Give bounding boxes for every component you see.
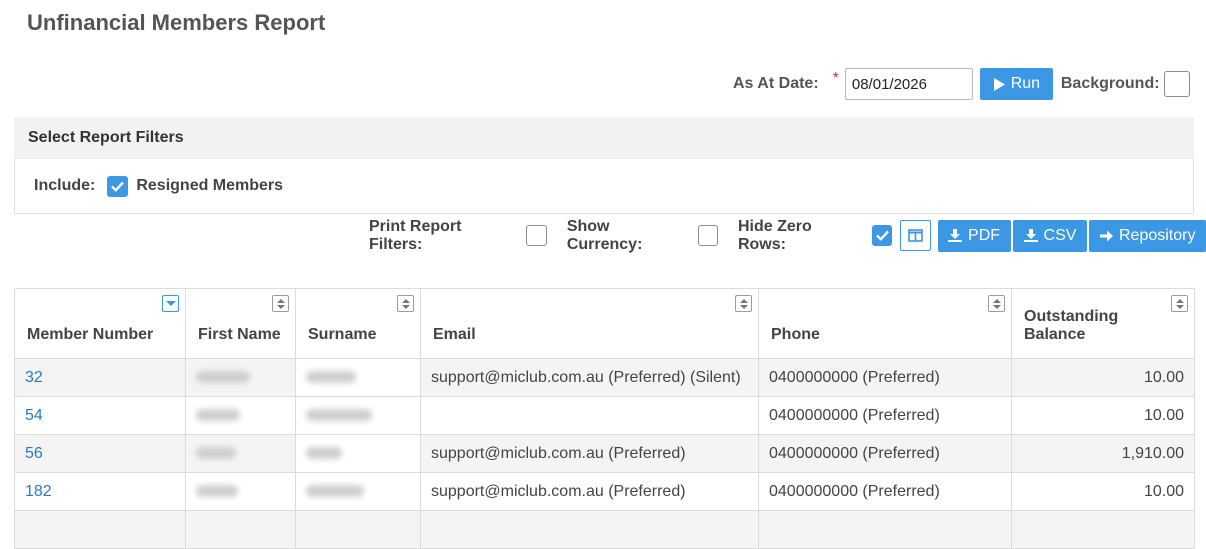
phone-cell: 0400000000 (Preferred) [758,396,1012,435]
sort-icon[interactable] [735,295,752,312]
partial-row-cell [758,510,1012,549]
balance-cell: 10.00 [1011,472,1195,511]
download-icon [1023,229,1038,242]
columns-icon [908,229,923,242]
repository-label: Repository [1119,226,1196,244]
as-at-date-input[interactable] [844,68,973,100]
members-table: Member Number First Name Surname Email P… [14,288,1195,549]
table-row: 32 support@miclub.com.au (Preferred) (Si… [14,358,1195,397]
partial-row-cell [1011,510,1195,549]
columns-button[interactable] [900,220,931,251]
show-currency-label: Show Currency: [566,217,643,253]
table-row: 56 support@miclub.com.au (Preferred) 040… [14,434,1195,473]
repository-button[interactable]: Repository [1089,219,1206,252]
email-cell: support@miclub.com.au (Preferred) [420,472,759,511]
resigned-members-label: Resigned Members [136,177,284,194]
col-email[interactable]: Email [420,288,759,359]
sort-desc-icon[interactable] [162,295,179,312]
col-label: Phone [771,326,820,343]
sort-icon[interactable] [1171,295,1188,312]
check-icon [111,181,125,192]
col-label: Email [433,326,476,343]
col-member-number[interactable]: Member Number [14,288,186,359]
play-icon [993,77,1005,91]
col-surname[interactable]: Surname [295,288,421,359]
phone-cell: 0400000000 (Preferred) [758,472,1012,511]
email-cell: support@miclub.com.au (Preferred) [420,434,759,473]
print-filters-checkbox[interactable] [526,225,547,246]
col-label: First Name [198,326,281,343]
surname-cell-redacted [295,396,421,435]
resigned-members-checkbox[interactable] [107,175,129,197]
partial-row-cell [420,510,759,549]
member-number-link[interactable]: 54 [14,396,186,435]
partial-row-cell [14,510,186,549]
check-icon [875,230,889,241]
balance-cell: 10.00 [1011,358,1195,397]
member-number-link[interactable]: 182 [14,472,186,511]
sort-icon[interactable] [272,295,289,312]
table-row: 54 0400000000 (Preferred) 10.00 [14,396,1195,435]
table-row: 182 support@miclub.com.au (Preferred) 04… [14,472,1195,511]
download-icon [948,229,963,242]
email-cell [420,396,759,435]
table-row [14,510,1195,549]
hide-zero-label: Hide Zero Rows: [737,217,812,253]
run-button-label: Run [1010,75,1041,92]
balance-cell: 1,910.00 [1011,434,1195,473]
surname-cell-redacted [295,472,421,511]
member-number-link[interactable]: 32 [14,358,186,397]
email-cell: support@miclub.com.au (Preferred) (Silen… [420,358,759,397]
surname-cell-redacted [295,434,421,473]
print-filters-label: Print Report Filters: [369,217,462,253]
col-label: Outstanding Balance [1024,308,1119,343]
report-toolbar: Print Report Filters: Show Currency: Hid… [369,217,1206,253]
filters-panel: Include: Resigned Members [14,159,1194,214]
phone-cell: 0400000000 (Preferred) [758,434,1012,473]
partial-row-cell [185,510,296,549]
background-checkbox[interactable] [1163,71,1190,97]
col-label: Surname [308,326,377,343]
csv-label: CSV [1043,226,1077,244]
required-indicator: * [832,70,839,87]
partial-row-cell [295,510,421,549]
pdf-label: PDF [968,226,1001,244]
run-bar: As At Date: * Run Background: [733,68,1190,100]
hide-zero-checkbox[interactable] [872,225,893,246]
pdf-button[interactable]: PDF [937,219,1011,252]
col-phone[interactable]: Phone [758,288,1012,359]
as-at-date-label: As At Date: [733,75,819,92]
balance-cell: 10.00 [1011,396,1195,435]
sort-icon[interactable] [988,295,1005,312]
page-title: Unfinancial Members Report [27,10,326,35]
col-label: Member Number [27,326,154,343]
sort-icon[interactable] [397,295,414,312]
csv-button[interactable]: CSV [1012,219,1088,252]
show-currency-checkbox[interactable] [697,225,718,246]
background-label: Background: [1060,75,1160,92]
run-button[interactable]: Run [979,68,1053,100]
first-name-cell-redacted [185,396,296,435]
first-name-cell-redacted [185,358,296,397]
col-first-name[interactable]: First Name [185,288,296,359]
table-header-row: Member Number First Name Surname Email P… [14,288,1195,359]
arrow-right-icon [1100,230,1113,241]
col-outstanding-balance[interactable]: Outstanding Balance [1011,288,1195,359]
filters-heading: Select Report Filters [14,117,1194,159]
include-label: Include: [34,177,96,194]
first-name-cell-redacted [185,472,296,511]
first-name-cell-redacted [185,434,296,473]
phone-cell: 0400000000 (Preferred) [758,358,1012,397]
surname-cell-redacted [295,358,421,397]
member-number-link[interactable]: 56 [14,434,186,473]
